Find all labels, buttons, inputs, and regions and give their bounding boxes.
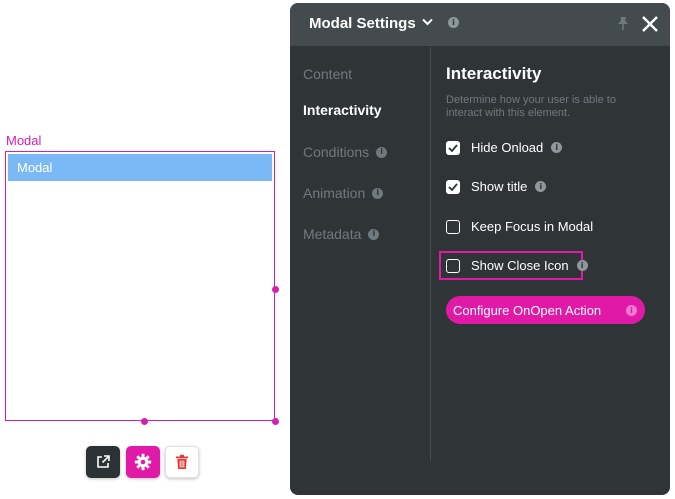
nav-item-label: Animation xyxy=(303,185,366,201)
section-description: Determine how your user is able to inter… xyxy=(446,94,616,119)
action-button-label: Configure OnOpen Action xyxy=(453,302,602,318)
option-label: Show Close Icon xyxy=(471,258,569,273)
modal-element-tag[interactable]: Modal xyxy=(6,133,41,148)
info-icon[interactable]: i xyxy=(376,146,388,158)
checkmark-icon xyxy=(448,182,458,191)
modal-element[interactable]: Modal xyxy=(5,151,275,421)
option-hide-onload[interactable]: Hide Onload i xyxy=(446,140,563,155)
checkbox-checked[interactable] xyxy=(446,140,460,155)
chevron-down-icon[interactable] xyxy=(422,18,433,26)
panel-divider xyxy=(430,47,431,461)
nav-item-animation[interactable]: Animation i xyxy=(303,185,384,201)
info-icon[interactable]: i xyxy=(551,142,563,153)
checkbox-unchecked[interactable] xyxy=(446,258,460,273)
option-label: Hide Onload xyxy=(471,140,544,155)
configure-onopen-action-button[interactable]: Configure OnOpen Action i xyxy=(446,296,645,324)
section-title: Interactivity xyxy=(446,64,542,83)
close-icon[interactable] xyxy=(640,14,660,34)
delete-element-button[interactable] xyxy=(165,446,199,478)
info-icon[interactable]: i xyxy=(372,187,384,199)
option-show-title[interactable]: Show title i xyxy=(446,179,547,194)
panel-header: Modal Settings i xyxy=(290,3,670,46)
checkbox-checked[interactable] xyxy=(446,179,460,194)
checkbox-unchecked[interactable] xyxy=(446,219,460,234)
info-icon[interactable]: i xyxy=(448,17,459,28)
modal-element-header[interactable]: Modal xyxy=(8,154,272,181)
option-keep-focus[interactable]: Keep Focus in Modal xyxy=(446,219,593,234)
option-show-close-icon[interactable]: Show Close Icon i xyxy=(446,258,588,273)
option-label: Keep Focus in Modal xyxy=(471,219,594,234)
nav-item-label: Conditions xyxy=(303,144,370,160)
nav-item-label: Interactivity xyxy=(303,102,382,118)
info-icon[interactable]: i xyxy=(626,305,637,316)
panel-title[interactable]: Modal Settings xyxy=(309,15,416,32)
nav-item-conditions[interactable]: Conditions i xyxy=(303,144,388,160)
external-link-icon xyxy=(97,455,110,468)
trash-icon xyxy=(176,454,188,469)
nav-item-interactivity[interactable]: Interactivity xyxy=(303,102,382,118)
modal-settings-panel: Modal Settings i Content Interactivity C… xyxy=(290,3,670,495)
nav-item-content[interactable]: Content xyxy=(303,66,352,82)
nav-item-label: Metadata xyxy=(303,226,362,242)
info-icon[interactable]: i xyxy=(535,181,547,192)
info-icon[interactable]: i xyxy=(576,260,588,271)
open-element-button[interactable] xyxy=(86,446,120,478)
resize-handle-bottom[interactable] xyxy=(141,418,148,425)
option-label: Show title xyxy=(471,179,528,194)
resize-handle-corner[interactable] xyxy=(272,418,279,425)
gear-icon xyxy=(134,453,152,471)
resize-handle-right[interactable] xyxy=(272,286,279,293)
checkmark-icon xyxy=(448,143,458,152)
pin-icon[interactable] xyxy=(616,16,630,32)
element-settings-button[interactable] xyxy=(126,446,160,478)
nav-item-label: Content xyxy=(303,66,353,82)
info-icon[interactable]: i xyxy=(368,228,380,240)
nav-item-metadata[interactable]: Metadata i xyxy=(303,226,380,242)
